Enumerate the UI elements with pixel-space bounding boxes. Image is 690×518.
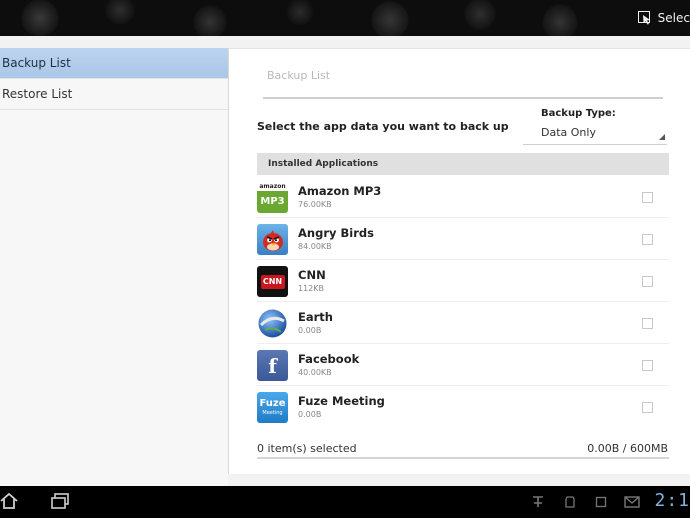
- nav-item-restore-list[interactable]: Restore List: [0, 79, 228, 110]
- app-size: 0.00B: [298, 326, 322, 335]
- sd-card-icon: [565, 496, 575, 508]
- app-row-cnn[interactable]: CNN CNN 112KB: [257, 260, 669, 302]
- app-checkbox[interactable]: [642, 192, 653, 203]
- app-row-facebook[interactable]: f Facebook 40.00KB: [257, 344, 669, 386]
- backup-type-select[interactable]: Data Only: [523, 123, 667, 145]
- app-checkbox[interactable]: [642, 318, 653, 329]
- app-name: Facebook: [298, 352, 360, 366]
- nav-item-label: Backup List: [2, 56, 71, 70]
- app-size: 0.00B: [298, 410, 322, 419]
- selected-count: 0 item(s) selected: [257, 442, 357, 455]
- app-row-fuze-meeting[interactable]: Fuze Meeting Fuze Meeting 0.00B: [257, 386, 669, 428]
- pane-title: Backup List: [267, 69, 331, 82]
- instruction-text: Select the app data you want to back up: [257, 120, 509, 133]
- fuze-icon-label: Fuze: [259, 398, 286, 409]
- backup-list-pane: Backup List Select the app data you want…: [228, 48, 690, 474]
- usb-icon: [533, 496, 543, 507]
- app-list: amazon MP3 Amazon MP3 76.00KB Angry Bird…: [257, 176, 669, 428]
- earth-icon: [257, 308, 288, 339]
- select-cursor-icon: [637, 11, 650, 25]
- app-row-earth[interactable]: Earth 0.00B: [257, 302, 669, 344]
- globe-icon: [258, 309, 287, 338]
- backup-type-label: Backup Type:: [541, 108, 616, 119]
- notification-icon: [595, 496, 607, 508]
- app-size: 76.00KB: [298, 200, 332, 209]
- app-name: CNN: [298, 268, 326, 282]
- app-name: Fuze Meeting: [298, 394, 385, 408]
- facebook-icon-label: f: [268, 353, 277, 378]
- installed-apps-header: Installed Applications: [257, 153, 669, 175]
- backup-type-value: Data Only: [541, 126, 596, 139]
- amazon-mp3-icon: amazon MP3: [257, 182, 288, 213]
- app-name: Angry Birds: [298, 226, 374, 240]
- app-size: 40.00KB: [298, 368, 332, 377]
- app-size: 112KB: [298, 284, 325, 293]
- cnn-icon-label: CNN: [260, 274, 285, 289]
- app-name: Amazon MP3: [298, 184, 382, 198]
- system-bar: 2:1: [0, 486, 690, 518]
- fuze-meeting-icon: Fuze Meeting: [257, 392, 288, 423]
- nav-item-backup-list[interactable]: Backup List: [0, 48, 228, 79]
- angry-bird-glyph-icon: [263, 230, 283, 251]
- clock[interactable]: 2:1: [654, 490, 690, 511]
- facebook-icon: f: [257, 350, 288, 381]
- angry-birds-icon: [257, 224, 288, 255]
- home-icon[interactable]: [0, 492, 18, 510]
- top-action-bar: Selec: [0, 0, 690, 36]
- cnn-icon: CNN: [257, 266, 288, 297]
- recent-apps-icon[interactable]: [50, 492, 70, 510]
- footer-divider: [257, 457, 669, 459]
- app-row-amazon-mp3[interactable]: amazon MP3 Amazon MP3 76.00KB: [257, 176, 669, 218]
- app-checkbox[interactable]: [642, 402, 653, 413]
- amazon-mp3-icon-label: MP3: [257, 191, 288, 213]
- app-checkbox[interactable]: [642, 234, 653, 245]
- title-divider: [263, 97, 663, 99]
- amazon-mp3-icon-top: amazon: [257, 182, 288, 191]
- nav-item-label: Restore List: [2, 87, 73, 101]
- app-name: Earth: [298, 310, 333, 324]
- select-label: Selec: [657, 11, 690, 25]
- email-icon: [624, 496, 640, 508]
- dropdown-caret-icon: [659, 134, 665, 140]
- content-area: Backup List Restore List Backup List Sel…: [0, 36, 690, 486]
- app-size: 84.00KB: [298, 242, 332, 251]
- app-checkbox[interactable]: [642, 276, 653, 287]
- left-nav-pane: Backup List Restore List: [0, 48, 228, 486]
- app-row-angry-birds[interactable]: Angry Birds 84.00KB: [257, 218, 669, 260]
- storage-usage: 0.00B / 600MB: [587, 442, 668, 455]
- fuze-icon-sublabel: Meeting: [262, 410, 283, 416]
- select-button[interactable]: Selec: [637, 9, 690, 27]
- app-checkbox[interactable]: [642, 360, 653, 371]
